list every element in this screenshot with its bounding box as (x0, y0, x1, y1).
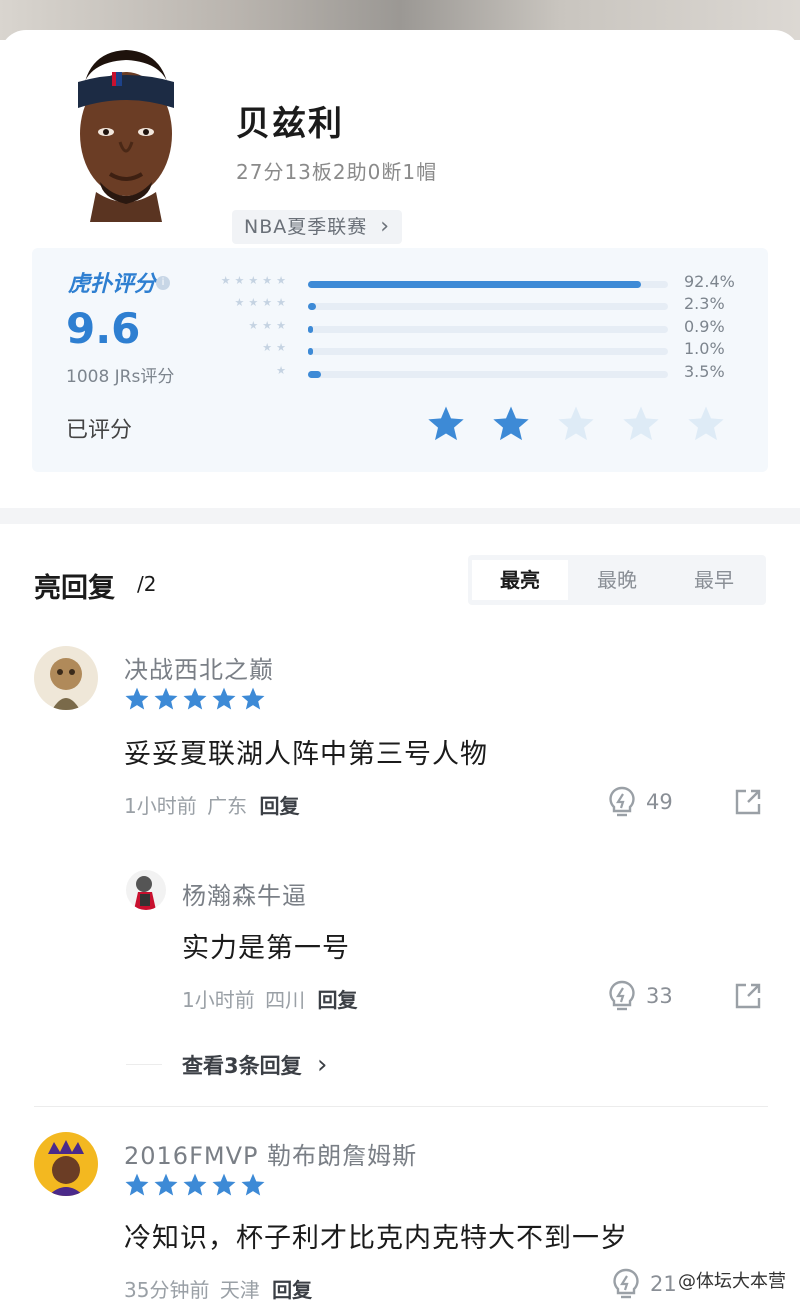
star-level-icon: ★ (276, 364, 290, 377)
watermark: @体坛大本营 (678, 1271, 786, 1292)
league-tag[interactable]: NBA夏季联赛 › (232, 210, 403, 244)
comment-username[interactable]: 决战西北之巅 (124, 650, 274, 685)
star-icon (211, 686, 237, 716)
sub-reply-meta: 1小时前 四川 回复 (182, 984, 357, 1013)
star-icon (124, 686, 150, 716)
user-avatar[interactable] (34, 1132, 98, 1196)
tab-earliest[interactable]: 最早 (666, 560, 762, 600)
light-button[interactable] (608, 980, 636, 1016)
view-more-label: 查看3条回复 (182, 1054, 302, 1078)
share-icon (735, 983, 761, 1009)
sub-reply-time: 1小时前 (182, 988, 255, 1012)
distribution-bar-fill (308, 303, 317, 310)
lightbulb-icon (609, 786, 635, 817)
comment-text: 冷知识，杯子利才比克内克特大不到一岁 (124, 1223, 628, 1254)
distribution-bar-fill (308, 348, 314, 355)
user-avatar[interactable] (34, 646, 98, 710)
star-level-icon: ★★★★★ (220, 274, 290, 287)
distribution-row: ★ 3.5% (32, 362, 768, 386)
sub-reply-username[interactable]: 杨瀚森牛逼 (182, 876, 307, 911)
sub-reply-avatar[interactable] (126, 870, 166, 910)
share-button[interactable] (734, 982, 762, 1014)
comment-location: 广东 (207, 794, 248, 818)
distribution-row: ★★★★ 2.3% (32, 294, 768, 318)
player-avatar (60, 42, 192, 222)
rating-star-icon[interactable] (686, 404, 730, 448)
rating-star-icon[interactable] (426, 404, 470, 448)
distribution-bar (308, 326, 668, 333)
rated-label: 已评分 (66, 418, 133, 443)
distribution-bar-fill (308, 371, 321, 378)
star-icon (182, 686, 208, 716)
tab-hottest[interactable]: 最亮 (472, 560, 568, 600)
rating-star-icon[interactable] (491, 404, 535, 448)
light-count: 49 (646, 790, 673, 814)
distribution-percent: 2.3% (684, 294, 725, 313)
distribution-bar-fill (308, 281, 641, 288)
distribution-percent: 92.4% (684, 272, 735, 291)
light-count: 33 (646, 984, 673, 1008)
star-icon (182, 1172, 208, 1202)
chevron-right-icon: › (380, 214, 391, 239)
sub-reply-text: 实力是第一号 (182, 933, 350, 964)
distribution-percent: 1.0% (684, 339, 725, 358)
rating-box: 虎扑评分 i 9.6 1008 JRs评分 已评分 ★★★★★ 92.4% ★★… (32, 248, 768, 472)
distribution-row: ★★ 1.0% (32, 339, 768, 363)
comment-time: 1小时前 (124, 794, 197, 818)
comment-text: 妥妥夏联湖人阵中第三号人物 (124, 739, 488, 770)
comment-time: 35分钟前 (124, 1278, 210, 1302)
player-stats: 27分13板2助0断1帽 (236, 160, 438, 184)
view-more-line (126, 1064, 162, 1065)
comment-meta: 35分钟前 天津 回复 (124, 1274, 312, 1303)
rating-star-icon[interactable] (556, 404, 600, 448)
star-level-icon: ★★ (262, 341, 290, 354)
tab-latest[interactable]: 最晚 (569, 560, 665, 600)
section-divider (0, 508, 800, 524)
distribution-bar (308, 303, 668, 310)
comment-meta: 1小时前 广东 回复 (124, 790, 299, 819)
comment-divider (34, 1106, 768, 1107)
replies-count: /2 (137, 572, 157, 596)
sort-tabs: 最亮 最晚 最早 (468, 555, 766, 605)
distribution-row: ★★★ 0.9% (32, 317, 768, 341)
share-button[interactable] (734, 788, 762, 820)
distribution-bar (308, 281, 668, 288)
light-count: 21 (650, 1272, 677, 1296)
lightbulb-icon (609, 980, 635, 1011)
star-icon (240, 686, 266, 716)
sub-reply-location: 四川 (265, 988, 306, 1012)
star-icon (211, 1172, 237, 1202)
distribution-bar-fill (308, 326, 314, 333)
star-icon (240, 1172, 266, 1202)
distribution-bar (308, 348, 668, 355)
reply-button[interactable]: 回复 (259, 794, 299, 818)
comment-star-rating (124, 686, 269, 716)
distribution-percent: 3.5% (684, 362, 725, 381)
star-icon (153, 1172, 179, 1202)
player-name: 贝兹利 (236, 104, 344, 144)
rating-star-icon[interactable] (621, 404, 665, 448)
share-icon (735, 789, 761, 815)
comment-star-rating (124, 1172, 269, 1202)
lightbulb-icon (613, 1268, 639, 1299)
distribution-percent: 0.9% (684, 317, 725, 336)
comment-location: 天津 (219, 1278, 260, 1302)
reply-button[interactable]: 回复 (317, 988, 357, 1012)
league-label: NBA夏季联赛 (244, 216, 368, 238)
star-level-icon: ★★★★ (234, 296, 290, 309)
my-rating-stars[interactable] (426, 404, 751, 448)
light-button[interactable] (608, 786, 636, 822)
reply-button[interactable]: 回复 (272, 1278, 312, 1302)
replies-title: 亮回复 (34, 573, 115, 604)
distribution-bar (308, 371, 668, 378)
light-button[interactable] (612, 1268, 640, 1304)
view-more-replies[interactable]: 查看3条回复 › (182, 1050, 327, 1080)
star-level-icon: ★★★ (248, 319, 290, 332)
distribution-row: ★★★★★ 92.4% (32, 272, 768, 296)
comment-username[interactable]: 2016FMVP 勒布朗詹姆斯 (124, 1136, 417, 1171)
star-icon (124, 1172, 150, 1202)
star-icon (153, 686, 179, 716)
chevron-right-icon: › (316, 1050, 328, 1080)
